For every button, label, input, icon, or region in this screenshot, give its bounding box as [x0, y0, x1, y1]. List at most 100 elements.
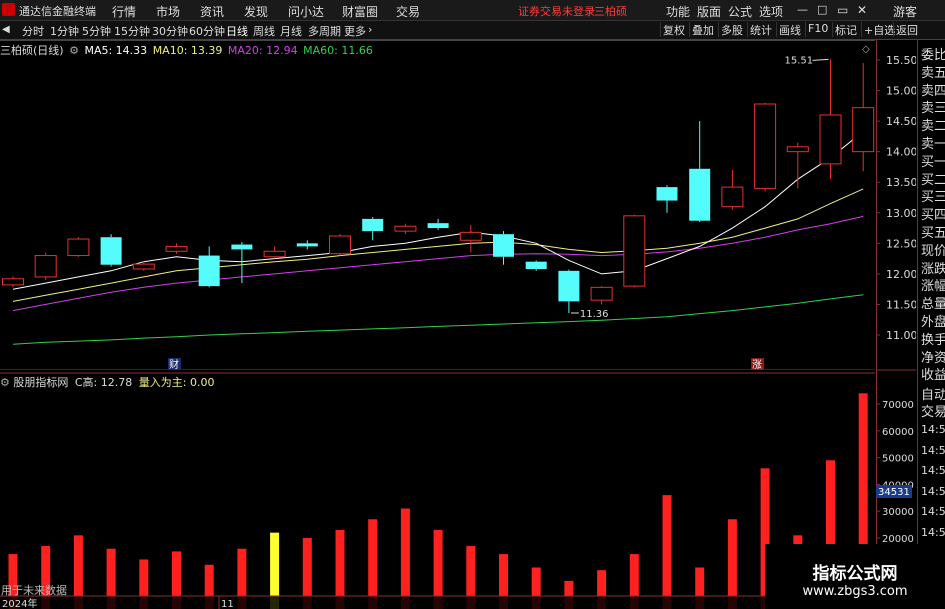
candle-body [623, 215, 646, 287]
period-daily[interactable]: 日线 [226, 23, 248, 39]
price-tick-label: 11.50 [886, 298, 916, 311]
price-tick-label: 15.00 [886, 85, 916, 98]
candle-body [754, 103, 777, 189]
candle [493, 231, 514, 265]
btn-tongji[interactable]: 统计 [747, 22, 774, 37]
candle-body [558, 270, 580, 302]
restore-icon[interactable]: □ [817, 3, 827, 16]
menu-hangqing[interactable]: 行情 [112, 3, 136, 20]
quote-label: 外盘 [921, 315, 945, 330]
future-data-note: 用于未来数据 [1, 584, 67, 597]
stock-label[interactable]: 三柏硕(日线) [0, 44, 64, 57]
candle-body [689, 168, 711, 221]
menu-gongneng[interactable]: 功能 [666, 3, 690, 20]
candle-body [198, 255, 220, 287]
btn-zixuan[interactable]: +自选 [861, 22, 897, 37]
menu-faxian[interactable]: 发现 [244, 3, 268, 20]
menu-wenxiaoda[interactable]: 问小达 [288, 3, 324, 20]
settings-icon[interactable]: ⚙ [0, 376, 10, 389]
candle [427, 218, 449, 230]
settings-icon[interactable]: ⚙ [69, 44, 79, 57]
candle-body [394, 225, 417, 232]
guest-label[interactable]: 游客 [893, 3, 917, 20]
period-multi[interactable]: 多周期 [308, 23, 341, 39]
candle [198, 246, 220, 288]
toolbar-collapse-icon[interactable]: ◀ [2, 24, 10, 35]
menu-shichang[interactable]: 市场 [156, 3, 180, 20]
candle [786, 142, 809, 189]
volume-bar [662, 495, 672, 609]
candle [2, 276, 24, 288]
candlestick-chart[interactable]: 15.51 11.36 财 涨 [0, 40, 875, 370]
menu-banmian[interactable]: 版面 [697, 3, 721, 20]
volume-tick-label: 30000 [882, 507, 914, 518]
x-year-label: 2024年 [2, 597, 37, 609]
period-15min[interactable]: 15分钟 [114, 23, 150, 39]
app-logo-icon [2, 3, 15, 16]
period-5min[interactable]: 5分钟 [82, 23, 111, 39]
period-monthly[interactable]: 月线 [280, 23, 302, 39]
candle-body [100, 237, 122, 265]
quote-label: 买二 [921, 172, 945, 188]
trade-tab[interactable]: 交易 [921, 401, 945, 420]
candle-body [525, 261, 547, 269]
candle [394, 223, 417, 235]
badge-cai: 财 [168, 358, 181, 370]
btn-fuquan[interactable]: 复权 [660, 22, 687, 37]
menu-xuanxiang[interactable]: 选项 [759, 3, 783, 20]
price-tick-label: 12.50 [886, 237, 916, 250]
maximize-icon[interactable]: ▭ [837, 3, 848, 17]
quote-label: 卖四 [921, 83, 945, 99]
ma-info-bar: 三柏硕(日线) ⚙ MA5: 14.33 MA10: 13.39 MA20: 1… [0, 42, 373, 58]
volume-chart[interactable]: 2024年 11 [0, 372, 875, 609]
period-more[interactable]: 更多 [344, 23, 366, 39]
btn-diejia[interactable]: 叠加 [689, 22, 716, 37]
quote-label: 卖五 [921, 65, 945, 81]
high-pointer [812, 58, 829, 61]
ma20-label: MA20: 12.94 [227, 44, 298, 57]
candle [231, 242, 253, 284]
menu-zixun[interactable]: 资讯 [200, 3, 224, 20]
btn-biaoji[interactable]: 标记 [832, 22, 859, 37]
candle-body [852, 107, 875, 153]
quote-label: 总量 [921, 297, 945, 313]
menu-gongshi[interactable]: 公式 [728, 3, 752, 20]
login-alert[interactable]: 证券交易未登录 [518, 3, 595, 19]
volume-tick-label: 60000 [882, 427, 914, 438]
btn-duogu[interactable]: 多股 [718, 22, 745, 37]
candle [459, 225, 482, 253]
chevron-right-icon[interactable]: › [368, 23, 372, 36]
price-tick-label: 13.00 [886, 207, 916, 220]
diamond-icon[interactable]: ◇ [862, 44, 870, 55]
trade-time: 14:56 [921, 423, 945, 436]
period-fenshi[interactable]: 分时 [22, 23, 44, 39]
btn-huaxian[interactable]: 画线 [776, 22, 803, 37]
ma5-label: MA5: 14.33 [84, 44, 148, 57]
indicator-name[interactable]: 股朋指标网 [13, 376, 68, 389]
quote-label: 收益 [921, 368, 945, 384]
candle [34, 252, 57, 280]
x-axis-strip [0, 596, 875, 609]
candle-body [231, 244, 253, 250]
period-weekly[interactable]: 周线 [253, 23, 275, 39]
ma60-label: MA60: 11.66 [303, 44, 373, 57]
candle-body [656, 187, 678, 201]
minimize-icon[interactable]: — [797, 3, 808, 16]
period-1min[interactable]: 1分钟 [50, 23, 79, 39]
period-30min[interactable]: 30分钟 [152, 23, 188, 39]
btn-f10[interactable]: F10 [805, 22, 830, 37]
menu-caifuquan[interactable]: 财富圈 [342, 3, 378, 20]
quote-label: 买四 [921, 208, 945, 224]
close-icon[interactable]: ✕ [857, 3, 867, 17]
trade-time: 14:56 [921, 484, 945, 498]
badge-zhang-text: 涨 [752, 359, 762, 370]
menu-jiaoyi[interactable]: 交易 [396, 3, 420, 20]
btn-fanhui[interactable]: 返回 [893, 22, 920, 37]
quote-label: 净资 [921, 350, 945, 366]
high-label: 15.51 [785, 55, 814, 66]
volume-tick-label: 50000 [882, 454, 914, 465]
amount-label: 量入为主: 0.00 [138, 376, 215, 389]
trade-time: 14:56 [921, 443, 945, 457]
account-name[interactable]: 三柏硕 [594, 3, 627, 19]
period-60min[interactable]: 60分钟 [189, 23, 225, 39]
